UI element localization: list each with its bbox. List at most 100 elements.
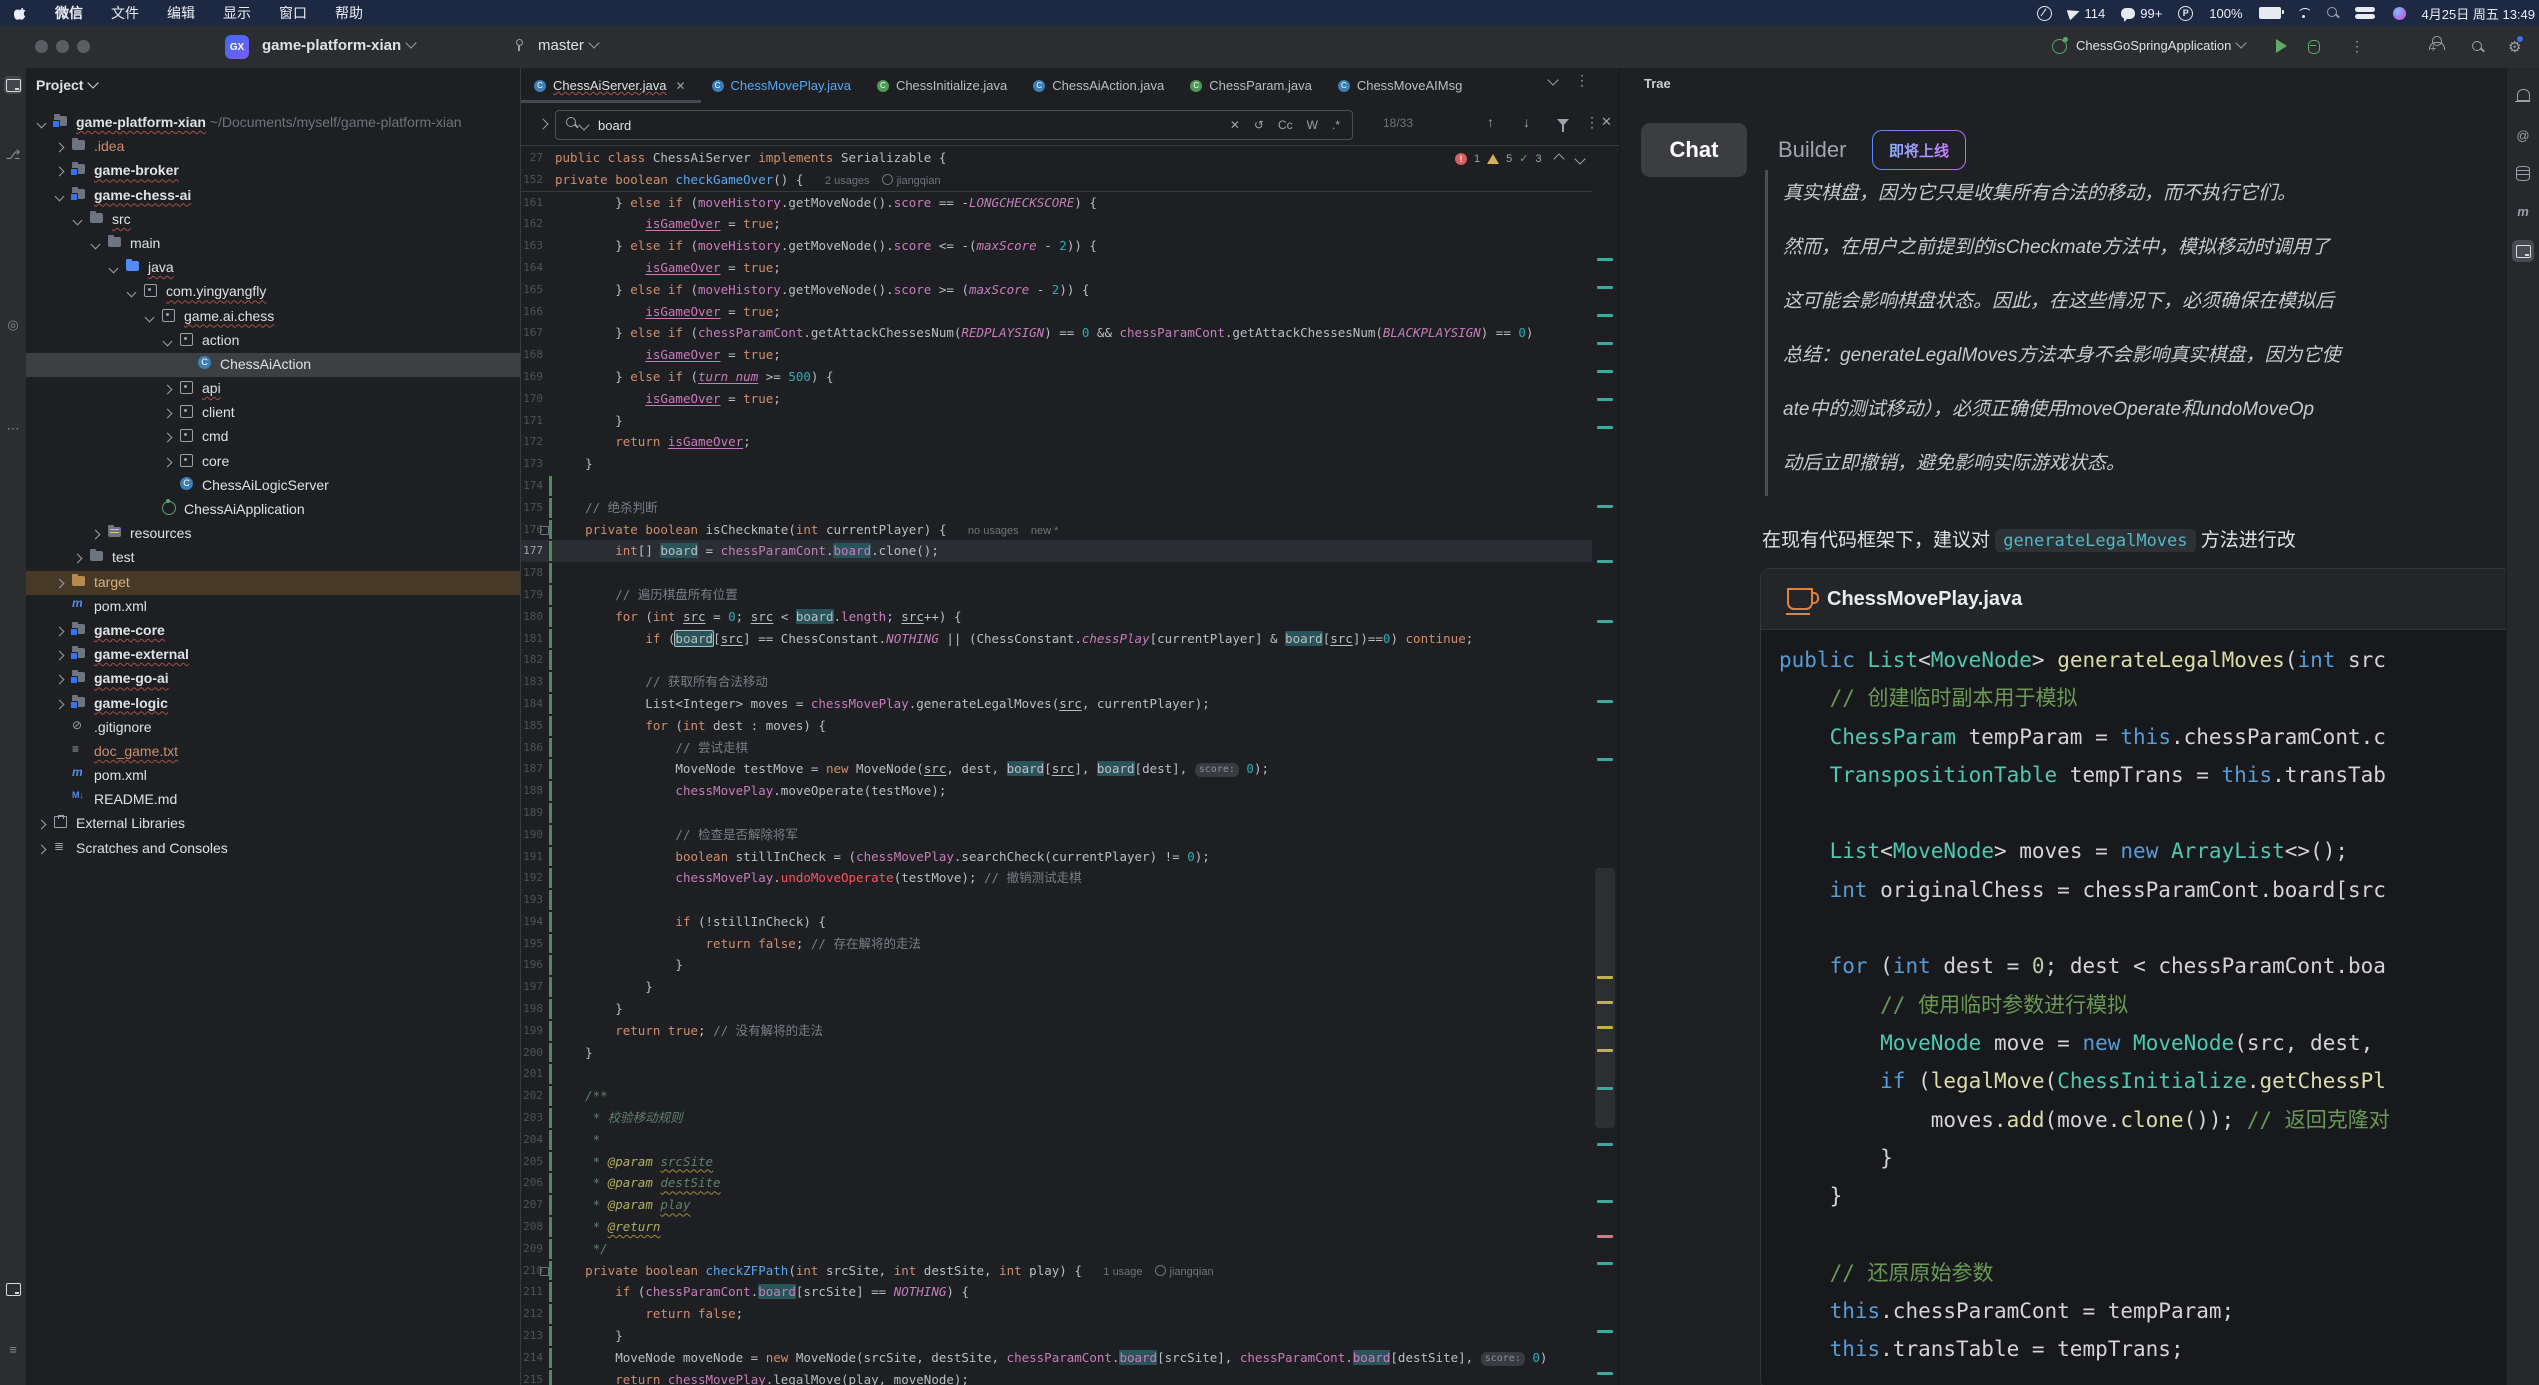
bell-icon[interactable] [2512, 84, 2534, 106]
project-panel-header[interactable]: Project [36, 77, 97, 93]
panel-icon[interactable] [2512, 240, 2534, 262]
wifi-icon[interactable] [2297, 8, 2311, 19]
problems-tool-icon[interactable]: ≡ [4, 1340, 22, 1358]
search-input[interactable] [596, 117, 1160, 134]
tree-item-main[interactable]: main [26, 232, 520, 256]
tree-item-game-ai-chess[interactable]: game.ai.chess [26, 305, 520, 329]
stripe-mark[interactable] [1597, 1235, 1613, 1238]
tree-item-java[interactable]: java [26, 256, 520, 280]
editor-tab-chessaiserver.java[interactable]: CChessAiServer.java✕ [521, 68, 699, 103]
search-toggle-x[interactable]: ✕ [1230, 118, 1240, 132]
tree-item-pom-xml[interactable]: mpom.xml [26, 764, 520, 788]
tree-item-action[interactable]: action [26, 329, 520, 353]
tree-item-chessailogicserver[interactable]: CChessAiLogicServer [26, 474, 520, 498]
menubar-item[interactable]: 文件 [97, 3, 153, 23]
commit-tool-icon[interactable]: ⎇ [4, 146, 22, 164]
tree-item-game-go-ai[interactable]: game-go-ai [26, 667, 520, 691]
chevron-right-icon[interactable] [73, 554, 83, 564]
chevron-down-icon[interactable] [73, 215, 83, 225]
spiral-icon[interactable]: @ [2512, 124, 2534, 146]
chevron-right-icon[interactable] [37, 820, 47, 830]
chevron-right-icon[interactable] [163, 409, 173, 419]
tree-item-resources[interactable]: resources [26, 522, 520, 546]
stripe-mark[interactable] [1597, 1330, 1613, 1333]
status-text[interactable]: 100% [2209, 6, 2242, 21]
chevron-right-icon[interactable] [55, 626, 65, 636]
prev-match-icon[interactable]: ↑ [1487, 114, 1494, 130]
stripe-mark[interactable] [1597, 258, 1613, 261]
tree-item-core[interactable]: core [26, 450, 520, 474]
battery-icon[interactable] [2259, 7, 2281, 19]
parallels-icon[interactable]: P [2178, 6, 2193, 21]
search-toggle-W[interactable]: W [1307, 118, 1318, 132]
bird-icon[interactable]: 114 [2068, 6, 2106, 21]
chevron-right-icon[interactable] [55, 675, 65, 685]
search-field[interactable]: ✕↺CcW.* [555, 110, 1353, 140]
search-toggle-Cc[interactable]: Cc [1278, 118, 1293, 132]
editor-tab-chessmoveplay.java[interactable]: CChessMovePlay.java [699, 68, 864, 103]
database-icon[interactable] [2512, 162, 2534, 184]
menubar-item[interactable]: 帮助 [321, 3, 377, 23]
inspections-widget[interactable]: !1 5 ✓3 [1455, 152, 1584, 165]
chevron-down-icon[interactable] [37, 119, 47, 129]
tree-item--gitignore[interactable]: ⊘.gitignore [26, 716, 520, 740]
project-switcher[interactable]: game-platform-xian [262, 37, 415, 54]
code-editor[interactable]: 27public class ChessAiServer implements … [521, 147, 1592, 1385]
tree-item-game-chess-ai[interactable]: game-chess-ai [26, 184, 520, 208]
tree-item-doc-game-txt[interactable]: ≡doc_game.txt [26, 740, 520, 764]
tree-item-game-broker[interactable]: game-broker [26, 159, 520, 183]
chevron-right-icon[interactable] [55, 699, 65, 709]
stripe-mark[interactable] [1597, 1262, 1613, 1265]
run-button[interactable] [2276, 39, 2287, 53]
chevron-right-icon[interactable] [163, 457, 173, 467]
chevron-down-icon[interactable] [127, 288, 137, 298]
editor-tab-chessmoveaimsg[interactable]: CChessMoveAIMsg [1325, 68, 1475, 103]
filter-icon[interactable] [1557, 119, 1569, 126]
menubar-item[interactable]: 窗口 [265, 3, 321, 23]
chevron-down-icon[interactable] [163, 336, 173, 346]
stripe-mark[interactable] [1597, 370, 1613, 373]
maven-icon[interactable]: m [2512, 200, 2534, 222]
stripe-mark[interactable] [1597, 1143, 1613, 1146]
search-everywhere-icon[interactable] [2472, 40, 2484, 58]
chevron-down-icon[interactable] [55, 191, 65, 201]
chevron-right-icon[interactable] [55, 167, 65, 177]
stripe-mark[interactable] [1597, 700, 1613, 703]
stripe-mark[interactable] [1597, 560, 1613, 563]
traffic-lights[interactable] [35, 40, 98, 58]
tree-item-game-logic[interactable]: game-logic [26, 692, 520, 716]
menubar-item[interactable]: 显示 [209, 3, 265, 23]
apple-icon[interactable] [0, 0, 41, 26]
tree-item-src[interactable]: src [26, 208, 520, 232]
tree-item-game-platform-xian[interactable]: game-platform-xian ~/Documents/myself/ga… [26, 111, 520, 135]
editor-tab-chessparam.java[interactable]: CChessParam.java [1177, 68, 1325, 103]
stripe-mark[interactable] [1597, 398, 1613, 401]
stripe-mark[interactable] [1597, 314, 1613, 317]
settings-gear-icon[interactable]: ⚙ [2508, 38, 2521, 56]
tree-item-client[interactable]: client [26, 401, 520, 425]
stripe-mark[interactable] [1597, 426, 1613, 429]
menubar-clock[interactable]: 4月25日 周五 13:49 [2422, 4, 2535, 23]
tree-item-com-yingyangfly[interactable]: com.yingyangfly [26, 280, 520, 304]
stripe-mark[interactable] [1597, 1026, 1613, 1029]
chevron-right-icon[interactable] [163, 433, 173, 443]
stripe-mark[interactable] [1597, 286, 1613, 289]
tree-item-chessaiaction[interactable]: CChessAiAction [26, 353, 520, 377]
debug-button[interactable] [2308, 40, 2320, 54]
tree-item-pom-xml[interactable]: mpom.xml [26, 595, 520, 619]
tree-item-game-core[interactable]: game-core [26, 619, 520, 643]
control-center-icon[interactable] [2355, 7, 2377, 19]
wechat-icon[interactable]: 99+ [2121, 6, 2162, 21]
stripe-mark[interactable] [1597, 1001, 1613, 1004]
search-toggle-x[interactable]: ↺ [1254, 118, 1264, 132]
stripe-mark[interactable] [1597, 1372, 1613, 1375]
add-user-icon[interactable] [2432, 42, 2442, 46]
tree-item--idea[interactable]: .idea [26, 135, 520, 159]
more-actions-icon[interactable]: ⋮ [2350, 38, 2364, 55]
chevron-down-icon[interactable] [91, 239, 101, 249]
tree-item-test[interactable]: test [26, 546, 520, 570]
close-tab-icon[interactable]: ✕ [675, 79, 685, 93]
tab-list-chevron-icon[interactable] [1547, 74, 1558, 85]
chevron-right-icon[interactable] [37, 844, 47, 854]
terminal-tool-icon[interactable] [4, 1280, 22, 1298]
